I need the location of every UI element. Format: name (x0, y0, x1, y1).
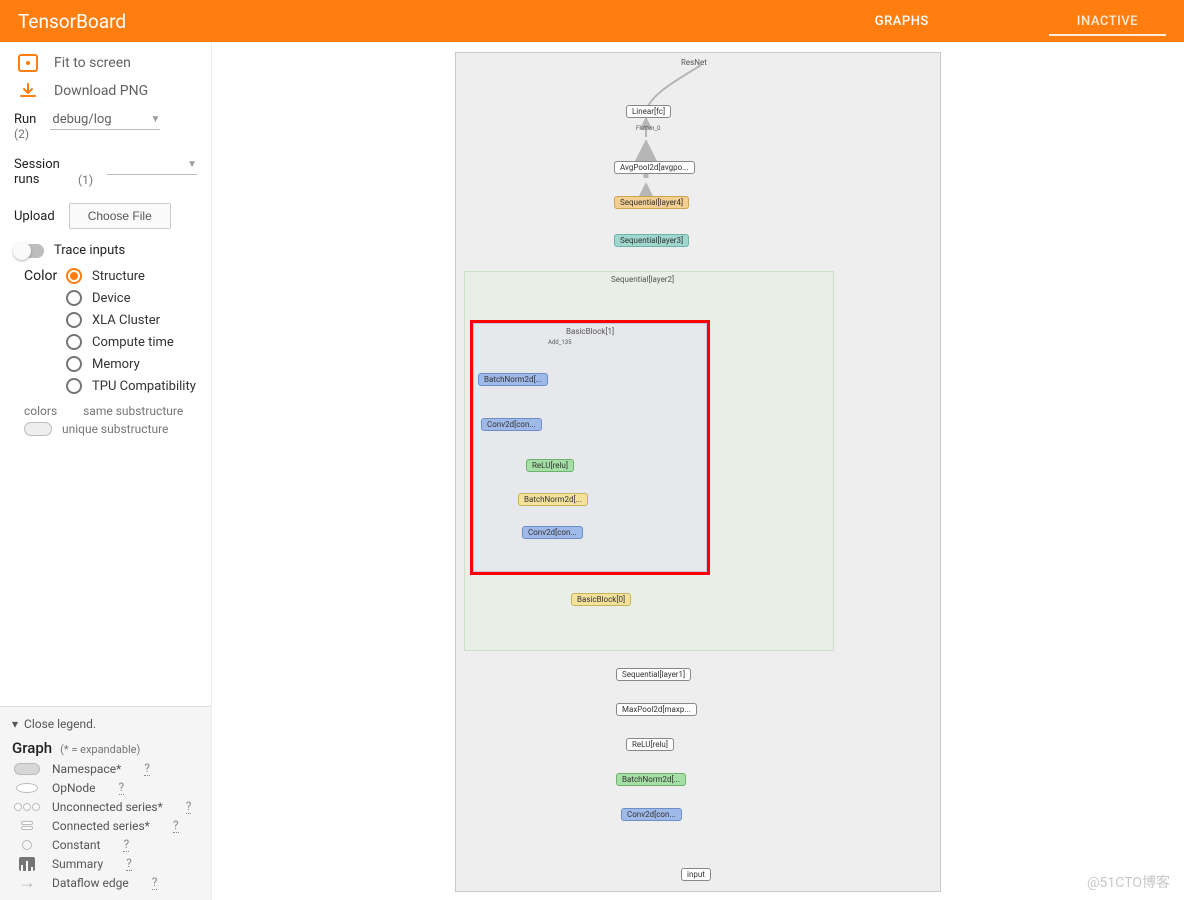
upload-button[interactable]: Choose File (69, 203, 171, 229)
color-option-label: TPU Compatibility (92, 379, 196, 394)
caret-down-icon: ▼ (187, 159, 197, 170)
trace-inputs-toggle[interactable] (14, 244, 44, 258)
session-runs-label: Session runs (14, 157, 64, 187)
color-option-memory[interactable]: Memory (14, 356, 197, 372)
session-runs-count: (1) (78, 173, 93, 187)
legend-connected: Connected series* ? (12, 818, 199, 833)
trace-inputs-label: Trace inputs (54, 243, 125, 258)
help-icon[interactable]: ? (173, 818, 179, 833)
legend-constant: Constant ? (12, 837, 199, 852)
app-title: TensorBoard (18, 10, 126, 33)
node-basicblock0[interactable]: BasicBlock[0] (571, 593, 631, 606)
caret-down-icon: ▼ (150, 114, 160, 125)
fit-to-screen-row[interactable]: Fit to screen (14, 54, 197, 72)
color-option-xla[interactable]: XLA Cluster (14, 312, 197, 328)
node-bn2[interactable]: BatchNorm2d[... (518, 493, 588, 506)
node-input[interactable]: input (681, 868, 711, 881)
close-legend-label: Close legend. (24, 717, 96, 731)
close-legend-button[interactable]: ▾ Close legend. (12, 717, 199, 731)
radio-icon (66, 356, 82, 372)
help-icon[interactable]: ? (126, 856, 132, 871)
inner-label: BasicBlock[1] (566, 327, 614, 336)
legend-opnode: OpNode ? (12, 780, 199, 795)
session-runs-select[interactable]: ▼ (107, 155, 197, 175)
legend-title: Graph (12, 739, 52, 757)
radio-icon (66, 334, 82, 350)
node-seq4[interactable]: Sequential[layer4] (614, 196, 689, 209)
graph-canvas-wrap: ResNet Linear[fc] Flatten_0 AvgPool2d[av… (212, 42, 1184, 900)
run-select[interactable]: debug/log ▼ (50, 110, 160, 130)
color-option-label: Compute time (92, 335, 174, 350)
graph-canvas[interactable]: ResNet Linear[fc] Flatten_0 AvgPool2d[av… (455, 52, 941, 892)
unique-sub-label: unique substructure (62, 422, 168, 436)
scope-label: ResNet (681, 58, 707, 67)
download-png-row[interactable]: Download PNG (14, 82, 197, 100)
color-option-tpu[interactable]: TPU Compatibility (14, 378, 197, 394)
help-icon[interactable]: ? (144, 761, 150, 776)
color-option-device[interactable]: Device (14, 290, 197, 306)
run-count: (2) (14, 127, 36, 141)
help-icon[interactable]: ? (123, 837, 129, 852)
legend-namespace: Namespace* ? (12, 761, 199, 776)
radio-icon (66, 378, 82, 394)
legend-dataflow: →Dataflow edge ? (12, 875, 199, 890)
node-conv2a[interactable]: Conv2d[con... (481, 418, 542, 431)
graph-edges (456, 53, 756, 203)
node-bn1[interactable]: BatchNorm2d[... (478, 373, 548, 386)
legend-expandable-hint: (* = expandable) (60, 743, 140, 756)
run-select-value: debug/log (52, 112, 111, 127)
help-icon[interactable]: ? (152, 875, 158, 890)
download-icon (14, 82, 42, 100)
download-png-label: Download PNG (54, 83, 148, 99)
radio-icon (66, 312, 82, 328)
colors-word: colors (24, 404, 57, 418)
help-icon[interactable]: ? (119, 780, 125, 795)
node-conv2b[interactable]: Conv2d[con... (522, 526, 583, 539)
node-avgpool[interactable]: AvgPool2d[avgpo... (614, 161, 695, 174)
legend-panel: ▾ Close legend. Graph (* = expandable) N… (0, 706, 211, 900)
color-option-label: XLA Cluster (92, 313, 160, 328)
node-flatten[interactable]: Flatten_0 (636, 125, 661, 132)
legend-summary: Summary ? (12, 856, 199, 871)
radio-icon (66, 290, 82, 306)
chevron-down-icon: ▾ (12, 717, 18, 731)
color-option-compute[interactable]: Compute time (14, 334, 197, 350)
node-relu-outer[interactable]: ReLU[relu] (626, 738, 674, 751)
node-bn-outer[interactable]: BatchNorm2d[... (616, 773, 686, 786)
node-linear[interactable]: Linear[fc] (626, 105, 671, 118)
radio-icon (66, 268, 82, 284)
tab-inactive[interactable]: INACTIVE (1049, 0, 1166, 42)
help-icon[interactable]: ? (186, 799, 192, 814)
upload-label: Upload (14, 209, 55, 224)
legend-unconnected: Unconnected series* ? (12, 799, 199, 814)
inner-basicblock1[interactable] (473, 323, 707, 572)
header-tabs: GRAPHS INACTIVE (755, 0, 1166, 42)
color-option-structure[interactable]: Color Structure (14, 268, 197, 284)
same-sub-label: same substructure (83, 404, 183, 418)
fit-to-screen-label: Fit to screen (54, 55, 131, 71)
color-section-label: Color (24, 268, 57, 284)
group-label: Sequential[layer2] (611, 275, 674, 284)
run-label: Run (14, 112, 36, 127)
tab-graphs[interactable]: GRAPHS (755, 0, 1049, 42)
swatch-icon (24, 422, 52, 436)
node-seq1[interactable]: Sequential[layer1] (616, 668, 691, 681)
color-option-label: Memory (92, 357, 140, 372)
tab-inactive-label: INACTIVE (1077, 14, 1138, 29)
node-seq3[interactable]: Sequential[layer3] (614, 234, 689, 247)
node-relu-inner[interactable]: ReLU[relu] (526, 459, 574, 472)
inner-sublabel: Add_135 (548, 339, 572, 346)
watermark: @51CTO博客 (1087, 872, 1170, 892)
color-option-label: Device (92, 291, 131, 306)
app-header: TensorBoard GRAPHS INACTIVE (0, 0, 1184, 42)
color-option-label: Structure (92, 269, 145, 284)
node-conv-outer[interactable]: Conv2d[con... (621, 808, 682, 821)
sidebar: Fit to screen Download PNG Run (2) debug… (0, 42, 212, 900)
fit-screen-icon (14, 54, 42, 72)
node-maxpool[interactable]: MaxPool2d[maxp... (616, 703, 697, 716)
